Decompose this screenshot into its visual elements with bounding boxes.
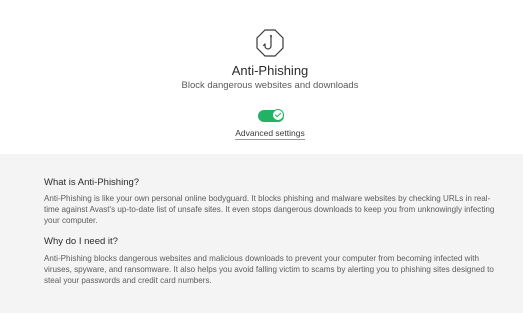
advanced-settings-link[interactable]: Advanced settings: [235, 128, 305, 140]
advanced-settings-row: Advanced settings: [0, 128, 523, 140]
checkmark-icon: [274, 112, 282, 118]
feature-title: Anti-Phishing: [231, 63, 309, 78]
what-is-text: Anti-Phishing is like your own personal …: [44, 194, 495, 226]
feature-subtitle: Block dangerous websites and downloads: [181, 80, 359, 91]
feature-header: Anti-Phishing Block dangerous websites a…: [0, 0, 523, 154]
anti-phishing-toggle[interactable]: [258, 109, 284, 122]
toggle-knob: [272, 109, 284, 121]
anti-phishing-window: Anti-Phishing Block dangerous websites a…: [0, 0, 523, 313]
shield-hook-icon: [256, 29, 284, 57]
info-section: What is Anti-Phishing? Anti-Phishing is …: [0, 154, 523, 313]
why-need-heading: Why do I need it?: [44, 236, 118, 247]
why-need-text: Anti-Phishing blocks dangerous websites …: [44, 254, 494, 286]
what-is-heading: What is Anti-Phishing?: [44, 177, 140, 188]
